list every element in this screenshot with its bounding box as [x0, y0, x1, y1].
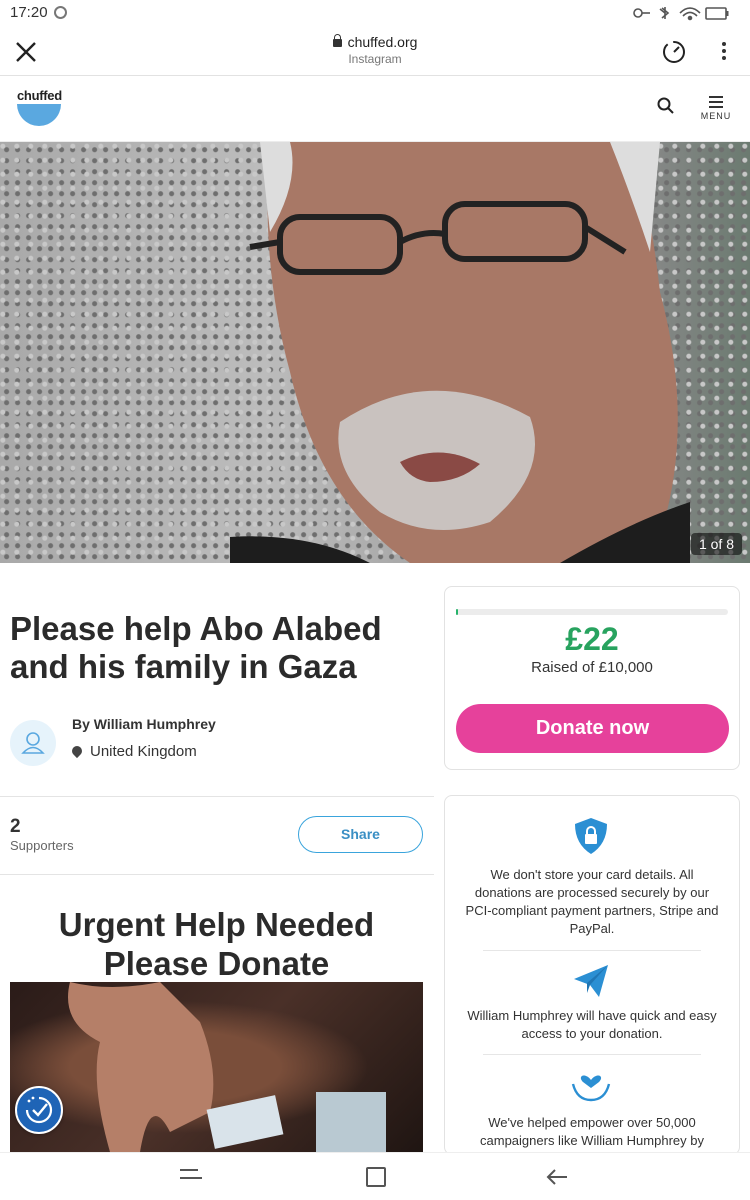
campaign-author[interactable]: By William Humphrey: [72, 716, 216, 732]
browser-bar: chuffed.org Instagram: [0, 26, 750, 76]
url-source: Instagram: [348, 52, 402, 66]
share-button[interactable]: Share: [298, 816, 423, 853]
divider: [0, 796, 434, 797]
back-icon[interactable]: [545, 1165, 569, 1189]
status-bar: 17:20: [0, 0, 750, 26]
campaign-title: Please help Abo Alabed and his family in…: [10, 610, 382, 685]
accessibility-icon: [25, 1096, 53, 1124]
medicine-box: [316, 1092, 386, 1152]
home-icon[interactable]: [366, 1167, 386, 1187]
status-time: 17:20: [10, 4, 48, 21]
progress-bar: [456, 609, 728, 615]
chuffed-logo[interactable]: chuffed: [17, 88, 62, 103]
hands-heart-icon: [571, 1075, 611, 1102]
menu-button[interactable]: MENU: [700, 96, 732, 126]
sync-icon: [54, 6, 67, 19]
campaign-location: United Kingdom: [69, 743, 197, 760]
lock-icon: [332, 34, 342, 47]
chuffed-logo-mark[interactable]: [17, 104, 61, 126]
access-text: William Humphrey will have quick and eas…: [467, 1008, 717, 1041]
url-domain: chuffed.org: [347, 34, 418, 50]
paper-plane-icon: [574, 965, 608, 997]
menu-label: MENU: [700, 111, 732, 121]
user-icon: [21, 732, 45, 754]
recent-apps-icon[interactable]: [180, 1169, 202, 1185]
progress-fill: [456, 609, 459, 615]
timer-icon[interactable]: [660, 38, 688, 66]
image-counter: 1 of 8: [690, 533, 742, 555]
goal-text: Raised of £10,000: [531, 659, 653, 676]
raised-amount: £22: [565, 621, 619, 657]
divider: [483, 950, 701, 951]
more-options-icon[interactable]: [718, 40, 730, 64]
divider: [483, 1054, 701, 1055]
story-heading: Urgent Help Needed Please Donate: [58, 906, 375, 982]
hamburger-icon: [700, 96, 732, 108]
location-pin-icon: [69, 743, 85, 759]
site-header: chuffed MENU: [0, 76, 750, 142]
donation-card: £22 Raised of £10,000 Donate now: [444, 586, 740, 770]
system-nav-bar: [0, 1152, 750, 1200]
hero-image[interactable]: 1 of 8: [0, 142, 750, 563]
accessibility-button[interactable]: [15, 1086, 63, 1134]
search-icon[interactable]: [656, 96, 676, 116]
avatar[interactable]: [10, 720, 56, 766]
donate-now-button[interactable]: Donate now: [456, 704, 729, 753]
supporters-label: Supporters: [10, 838, 74, 853]
supporters-count: 2: [10, 816, 21, 837]
address-bar[interactable]: chuffed.org Instagram: [0, 34, 750, 66]
security-text: We don't store your card details. All do…: [465, 867, 719, 936]
story-image[interactable]: [10, 982, 423, 1152]
hero-portrait: [230, 142, 690, 563]
location-text: United Kingdom: [90, 743, 197, 760]
trust-info-card: We don't store your card details. All do…: [444, 795, 740, 1155]
empower-text: We've helped empower over 50,000 campaig…: [480, 1115, 704, 1148]
divider: [0, 874, 434, 875]
status-icons: [633, 7, 729, 21]
secure-shield-icon: [575, 818, 607, 854]
